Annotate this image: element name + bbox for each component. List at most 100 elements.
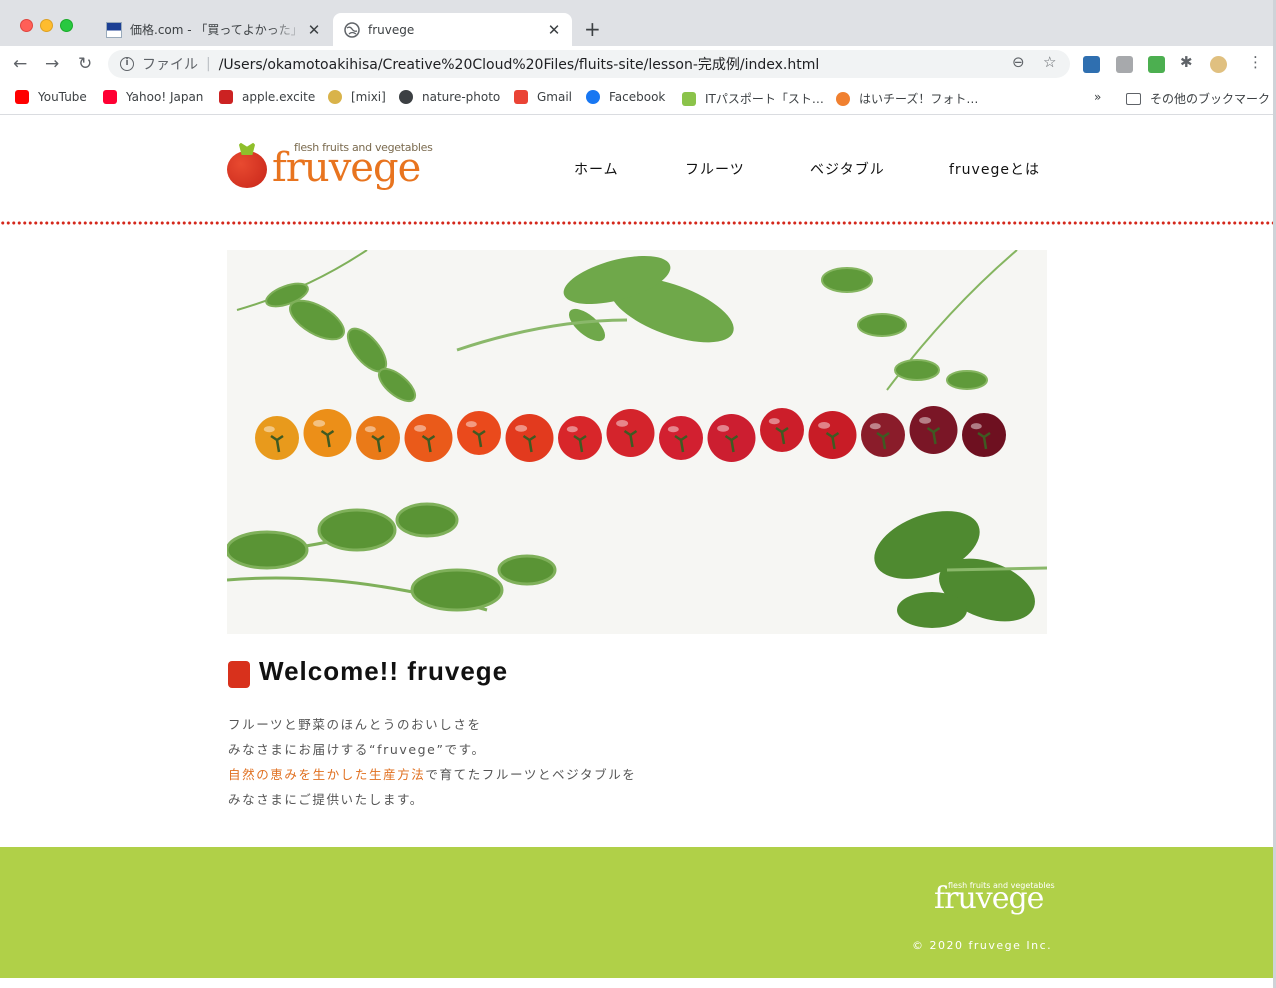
tomato-highlight xyxy=(869,423,881,430)
tomato-highlight xyxy=(414,425,427,432)
bookmark-youtube[interactable]: YouTube xyxy=(15,90,87,104)
nav-about[interactable]: fruvegeとは xyxy=(949,159,1040,179)
tomato-highlight xyxy=(717,425,730,432)
other-bookmarks[interactable]: その他のブックマーク xyxy=(1126,90,1270,107)
tab-kakaku[interactable]: 価格.com - 「買ってよかった」を ✕ xyxy=(96,13,332,46)
welcome-heading: Welcome!! fruvege xyxy=(259,656,509,686)
tomato-highlight xyxy=(616,420,629,427)
minimize-window-button[interactable] xyxy=(40,19,53,32)
tomato xyxy=(861,413,905,457)
intro-line: みなさまにご提供いたします。 xyxy=(228,792,424,807)
bookmark-yahoo[interactable]: Yahoo! Japan xyxy=(103,90,203,104)
bookmark-nature-photo[interactable]: nature-photo xyxy=(399,90,500,104)
extension-green-icon[interactable] xyxy=(1148,56,1165,73)
intro-line: 自然の恵みを生かした生産方法で育てたフルーツとベジタブルを xyxy=(228,762,636,787)
bookmark-label: はいチーズ！フォト… xyxy=(859,92,979,106)
youtube-icon xyxy=(15,90,29,104)
mixi-icon xyxy=(328,90,342,104)
haicheese-icon xyxy=(836,91,850,106)
zoom-window-button[interactable] xyxy=(60,19,73,32)
tomato-logo-icon xyxy=(227,151,267,188)
kakaku-favicon-icon xyxy=(106,21,122,38)
bookmark-mixi[interactable]: [mixi] xyxy=(328,90,386,104)
tomato xyxy=(404,414,453,462)
tomato xyxy=(255,416,299,460)
extension-s-icon[interactable] xyxy=(1083,56,1100,73)
tomatoes-herbs-photo xyxy=(227,250,1047,634)
tomato-highlight xyxy=(919,417,932,424)
tomato xyxy=(808,411,857,459)
tomato xyxy=(558,416,602,460)
info-icon[interactable]: i xyxy=(120,57,134,71)
intro-text: フルーツと野菜のほんとうのおいしさを みなさまにお届けする“fruvege”です… xyxy=(228,712,636,812)
bookmark-label: Facebook xyxy=(609,90,666,104)
reload-icon[interactable]: ↻ xyxy=(78,54,92,74)
intro-line: みなさまにお届けする“fruvege”です。 xyxy=(228,742,486,757)
page-viewport: fruvege flesh fruits and vegetables ホーム … xyxy=(0,116,1273,988)
menu-kebab-icon[interactable]: ⋮ xyxy=(1248,53,1263,71)
tomato xyxy=(962,413,1006,457)
tomato-highlight xyxy=(515,425,528,432)
bookmark-label: [mixi] xyxy=(351,90,386,104)
globe-icon xyxy=(399,90,413,104)
zoom-out-icon[interactable]: ⊖ xyxy=(1012,53,1025,71)
extensions-puzzle-icon[interactable]: ✱ xyxy=(1180,53,1193,71)
tomato xyxy=(505,414,554,462)
tomato xyxy=(760,408,804,452)
bookmark-star-icon[interactable]: ☆ xyxy=(1043,53,1056,71)
welcome-heading-marker xyxy=(228,661,250,688)
intro-highlight: 自然の恵みを生かした生産方法 xyxy=(228,767,426,782)
tomato-highlight xyxy=(818,422,831,429)
tab-close-icon[interactable]: ✕ xyxy=(544,21,564,39)
back-arrow-icon[interactable]: ← xyxy=(13,54,27,74)
scheme-separator: | xyxy=(206,56,211,72)
close-window-button[interactable] xyxy=(20,19,33,32)
bookmark-label: apple.excite xyxy=(242,90,316,104)
logo-tagline: flesh fruits and vegetables xyxy=(294,141,433,154)
folder-icon xyxy=(1126,92,1141,105)
bookmark-itpass[interactable]: ITパスポート「スト… xyxy=(682,90,824,107)
tomato-highlight xyxy=(263,426,275,433)
tomato-highlight xyxy=(313,420,326,427)
extension-in-icon[interactable] xyxy=(1116,56,1133,73)
tomato xyxy=(356,416,400,460)
tomato-highlight xyxy=(667,426,679,433)
bookmark-facebook[interactable]: Facebook xyxy=(586,90,665,104)
footer-logo-tagline: flesh fruits and vegetables xyxy=(948,881,1055,890)
yahoo-icon xyxy=(103,90,117,104)
new-tab-button[interactable]: + xyxy=(584,17,601,41)
bookmark-haicheese[interactable]: はいチーズ！フォト… xyxy=(836,90,978,107)
page-bottom-strip xyxy=(0,978,1273,988)
facebook-icon xyxy=(586,90,600,104)
tab-title: 価格.com - 「買ってよかった」を xyxy=(130,23,304,37)
excite-icon xyxy=(219,90,233,104)
site-footer: fruvege flesh fruits and vegetables © 20… xyxy=(0,847,1273,978)
tab-fruvege[interactable]: fruvege ✕ xyxy=(333,13,572,46)
tomato xyxy=(659,416,703,460)
bookmark-gmail[interactable]: Gmail xyxy=(514,90,572,104)
tomato xyxy=(457,411,501,455)
bookmark-excite[interactable]: apple.excite xyxy=(219,90,315,104)
tab-close-icon[interactable]: ✕ xyxy=(304,21,324,39)
nav-vegetables[interactable]: ベジタブル xyxy=(810,159,885,179)
footer-logo[interactable]: fruvege flesh fruits and vegetables xyxy=(934,881,1055,921)
address-bar[interactable]: i ファイル | /Users/okamotoakihisa/Creative%… xyxy=(108,50,1070,78)
intro-line-rest: で育てたフルーツとベジタブルを xyxy=(425,767,637,782)
profile-avatar[interactable] xyxy=(1210,56,1227,73)
bookmarks-bar: YouTube Yahoo! Japan apple.excite [mixi]… xyxy=(0,83,1276,115)
globe-icon xyxy=(344,21,360,38)
tomato xyxy=(606,409,655,457)
copyright-text: © 2020 fruvege Inc. xyxy=(912,939,1053,952)
other-bookmarks-label: その他のブックマーク xyxy=(1150,92,1271,106)
nav-home[interactable]: ホーム xyxy=(574,159,619,179)
bookmarks-overflow-button[interactable]: » xyxy=(1094,90,1101,104)
bookmark-label: YouTube xyxy=(38,90,87,104)
site-logo[interactable]: fruvege flesh fruits and vegetables xyxy=(226,140,433,191)
itpass-icon xyxy=(682,91,696,106)
url-text[interactable]: /Users/okamotoakihisa/Creative%20Cloud%2… xyxy=(219,54,820,74)
forward-arrow-icon[interactable]: → xyxy=(45,54,59,74)
bookmark-label: Yahoo! Japan xyxy=(126,90,204,104)
browser-toolbar: ← → ↻ i ファイル | /Users/okamotoakihisa/Cre… xyxy=(0,46,1276,83)
tomato-highlight xyxy=(566,426,578,433)
nav-fruits[interactable]: フルーツ xyxy=(685,159,745,179)
